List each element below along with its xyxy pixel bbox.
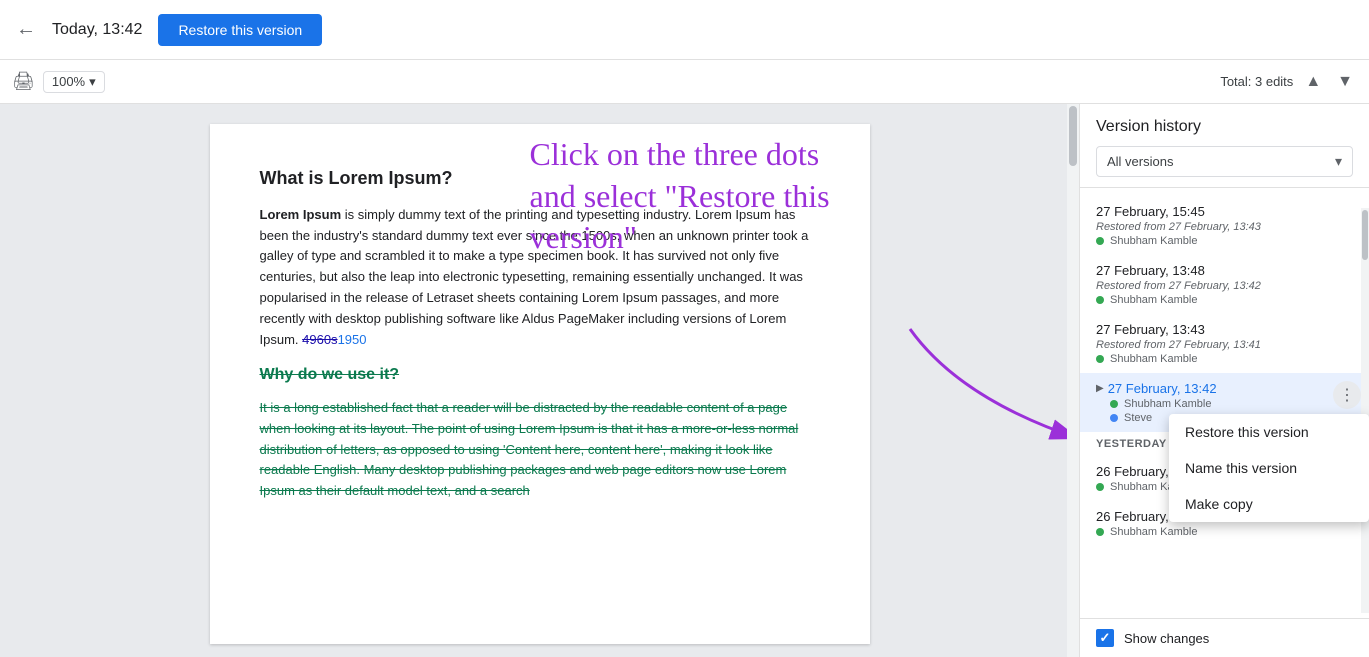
- version-user-1: Shubham Kamble: [1096, 235, 1353, 247]
- annotation-arrow-icon: [900, 319, 1080, 459]
- version-date-header: Today, 13:42: [52, 21, 142, 39]
- three-dots-button[interactable]: ⋮: [1333, 381, 1361, 409]
- sidebar-footer: ✓ Show changes: [1080, 618, 1369, 657]
- user-dot-4b: [1110, 414, 1118, 422]
- version-date-4: 27 February, 13:42: [1108, 381, 1217, 396]
- doc-paragraph-1: Lorem Ipsum is simply dummy text of the …: [260, 205, 820, 351]
- user-dot-6: [1096, 528, 1104, 536]
- back-button[interactable]: ←: [16, 18, 36, 41]
- top-bar: ← Today, 13:42 Restore this version: [0, 0, 1369, 60]
- version-user-6: Shubham Kamble: [1096, 526, 1353, 538]
- expand-icon-4: ▶: [1096, 383, 1104, 394]
- toolbar-right: Total: 3 edits ▲ ▼: [1220, 69, 1357, 95]
- zoom-arrow-icon: ▾: [89, 74, 96, 90]
- link-old[interactable]: 4960s: [302, 332, 337, 347]
- context-menu: Restore this version Name this version M…: [1169, 414, 1369, 522]
- sidebar: Version history All versions ▾ 27 Februa…: [1079, 104, 1369, 657]
- link-new[interactable]: 1950: [338, 332, 367, 347]
- user-name-2: Shubham Kamble: [1110, 294, 1197, 306]
- main-layout: Click on the three dots and select "Rest…: [0, 104, 1369, 657]
- version-date-2: 27 February, 13:48: [1096, 263, 1353, 278]
- user-name-6: Shubham Kamble: [1110, 526, 1197, 538]
- user-name-1: Shubham Kamble: [1110, 235, 1197, 247]
- checkbox-check-icon: ✓: [1100, 630, 1111, 646]
- print-icon[interactable]: 🖨: [12, 71, 35, 92]
- restore-this-version-button[interactable]: Restore this version: [158, 14, 322, 46]
- version-user-3: Shubham Kamble: [1096, 353, 1353, 365]
- nav-down-button[interactable]: ▼: [1333, 69, 1357, 95]
- context-menu-make-copy[interactable]: Make copy: [1169, 486, 1369, 522]
- zoom-selector[interactable]: 100% ▾: [43, 71, 105, 93]
- version-filter-dropdown[interactable]: All versions ▾: [1096, 146, 1353, 177]
- version-date-1: 27 February, 15:45: [1096, 204, 1353, 219]
- version-filter-arrow-icon: ▾: [1335, 153, 1342, 170]
- doc-p1-rest: is simply dummy text of the printing and…: [260, 207, 809, 347]
- document-page: Click on the three dots and select "Rest…: [210, 124, 870, 644]
- doc-paragraph-2-deleted: It is a long established fact that a rea…: [260, 398, 820, 502]
- version-filter-label: All versions: [1107, 154, 1173, 169]
- version-history-list[interactable]: 27 February, 15:45 Restored from 27 Febr…: [1080, 188, 1369, 618]
- version-entry-1[interactable]: 27 February, 15:45 Restored from 27 Febr…: [1080, 196, 1369, 255]
- context-menu-name-version[interactable]: Name this version: [1169, 450, 1369, 486]
- doc-scrollbar[interactable]: [1067, 104, 1079, 657]
- doc-heading-1: What is Lorem Ipsum?: [260, 164, 820, 193]
- version-users-2: Shubham Kamble: [1096, 294, 1353, 306]
- context-menu-restore[interactable]: Restore this version: [1169, 414, 1369, 450]
- version-user-2: Shubham Kamble: [1096, 294, 1353, 306]
- user-name-3: Shubham Kamble: [1110, 353, 1197, 365]
- user-dot-2: [1096, 296, 1104, 304]
- toolbar: 🖨 100% ▾ Total: 3 edits ▲ ▼: [0, 60, 1369, 104]
- user-dot-3: [1096, 355, 1104, 363]
- user-name-4a: Shubham Kamble: [1124, 398, 1211, 410]
- version-entry-3[interactable]: 27 February, 13:43 Restored from 27 Febr…: [1080, 314, 1369, 373]
- version-info-2: Restored from 27 February, 13:42: [1096, 280, 1353, 292]
- sidebar-title: Version history: [1096, 118, 1353, 136]
- show-changes-checkbox[interactable]: ✓: [1096, 629, 1114, 647]
- user-dot-1: [1096, 237, 1104, 245]
- total-edits-label: Total: 3 edits: [1220, 74, 1293, 89]
- zoom-value: 100%: [52, 74, 85, 89]
- user-dot-4a: [1110, 400, 1118, 408]
- version-date-3: 27 February, 13:43: [1096, 322, 1353, 337]
- sidebar-scrollbar[interactable]: [1361, 208, 1369, 613]
- version-users-1: Shubham Kamble: [1096, 235, 1353, 247]
- document-area: Click on the three dots and select "Rest…: [0, 104, 1079, 657]
- sidebar-header: Version history All versions ▾: [1080, 104, 1369, 188]
- lorem-ipsum-bold: Lorem Ipsum: [260, 207, 342, 222]
- version-users-6: Shubham Kamble: [1096, 526, 1353, 538]
- user-name-4b: Steve: [1124, 412, 1152, 424]
- sidebar-scrollbar-thumb[interactable]: [1362, 210, 1368, 260]
- version-info-1: Restored from 27 February, 13:43: [1096, 221, 1353, 233]
- user-dot-5: [1096, 483, 1104, 491]
- version-info-3: Restored from 27 February, 13:41: [1096, 339, 1353, 351]
- version-user-4a: Shubham Kamble: [1110, 398, 1353, 410]
- doc-scrollbar-thumb[interactable]: [1069, 106, 1077, 166]
- nav-up-button[interactable]: ▲: [1301, 69, 1325, 95]
- doc-heading-2: Why do we use it?: [260, 362, 820, 388]
- version-users-3: Shubham Kamble: [1096, 353, 1353, 365]
- show-changes-label: Show changes: [1124, 631, 1209, 646]
- version-entry-2[interactable]: 27 February, 13:48 Restored from 27 Febr…: [1080, 255, 1369, 314]
